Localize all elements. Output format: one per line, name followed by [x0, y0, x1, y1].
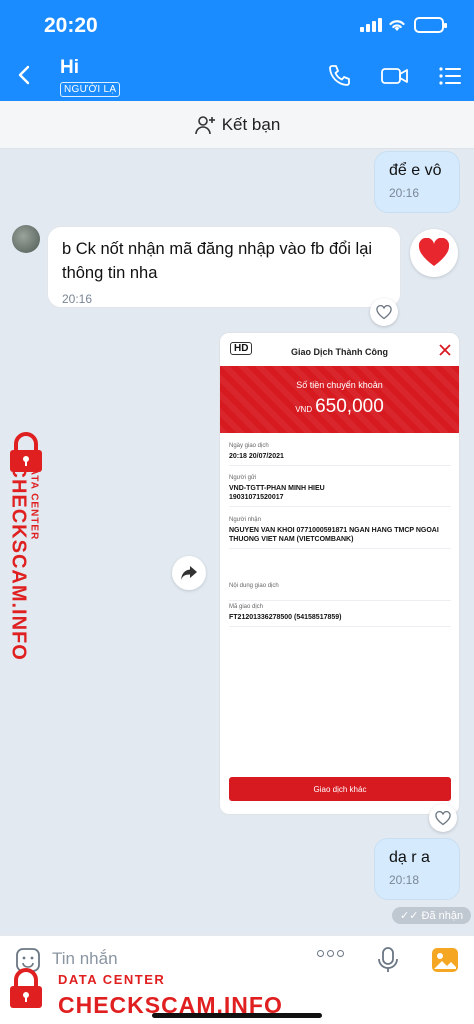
- like-icon[interactable]: [429, 804, 457, 832]
- home-indicator: [152, 1013, 322, 1018]
- field-label: Nội dung giao dịch: [229, 583, 279, 589]
- close-icon: [439, 344, 451, 356]
- add-user-icon: [194, 115, 215, 134]
- amount-label: Số tiền chuyển khoản: [296, 380, 383, 390]
- microphone-icon[interactable]: [376, 946, 400, 974]
- wifi-icon: [389, 20, 405, 31]
- field-value: FT21201336278500 (54158517859): [229, 614, 342, 621]
- battery-icon: [414, 17, 447, 33]
- status-bar: 20:20: [0, 0, 474, 52]
- amount-number: 650,000: [315, 396, 384, 417]
- video-call-icon[interactable]: [380, 63, 410, 89]
- field-label: Người gửi: [229, 475, 257, 481]
- like-icon[interactable]: [370, 298, 398, 326]
- field-value: 20:18 20/07/2021: [229, 453, 284, 460]
- receipt-field-recipient: Người nhận NGUYEN VAN KHOI 0771000591871…: [229, 517, 451, 549]
- field-value: NGUYEN VAN KHOI 0771000591871 NGAN HANG …: [229, 527, 439, 543]
- phone-icon[interactable]: [326, 63, 352, 89]
- stranger-badge: NGƯỜI LẠ: [60, 82, 121, 97]
- message-time: 20:18: [389, 873, 420, 887]
- delivered-label: Đã nhận: [421, 910, 464, 922]
- back-icon[interactable]: [12, 62, 38, 88]
- status-time: 20:20: [44, 14, 98, 37]
- message-input[interactable]: Tin nhắn: [52, 949, 118, 969]
- more-options-icon[interactable]: [317, 950, 344, 957]
- receipt-title: Giao Dịch Thành Công: [291, 347, 388, 357]
- message-bubble-outgoing[interactable]: dạ r a 20:18: [374, 838, 460, 900]
- receipt-header: HD Giao Dịch Thành Công: [220, 333, 459, 365]
- cellular-signal-icon: [360, 18, 382, 32]
- message-time: 20:16: [389, 186, 420, 200]
- chat-title[interactable]: Hi: [60, 57, 79, 79]
- watermark-small-text: DATA CENTER: [28, 459, 40, 541]
- heart-reaction-icon[interactable]: [410, 229, 458, 277]
- menu-icon[interactable]: [437, 63, 463, 89]
- field-label: Người nhận: [229, 517, 261, 523]
- add-friend-label: Kết bạn: [221, 114, 281, 134]
- lock-icon: [10, 968, 42, 1008]
- image-gallery-icon[interactable]: [431, 947, 459, 973]
- message-time: 20:16: [62, 292, 93, 306]
- message-text: b Ck nốt nhận mã đăng nhập vào fb đổi lạ…: [62, 240, 373, 282]
- chat-header: 20:20 Hi NGƯỜI LẠ: [0, 0, 474, 101]
- share-forward-icon[interactable]: [172, 556, 206, 590]
- receipt-field-transaction-id: Mã giao dịch FT21201336278500 (541585178…: [229, 604, 451, 627]
- receipt-field-date: Ngày giao dịch 20:18 20/07/2021: [229, 443, 451, 466]
- message-bubble-incoming[interactable]: b Ck nốt nhận mã đăng nhập vào fb đổi lạ…: [47, 226, 401, 308]
- watermark-small-text: DATA CENTER: [58, 972, 166, 987]
- delivered-status: ✓✓ Đã nhận: [392, 907, 472, 924]
- field-label: Ngày giao dịch: [229, 443, 269, 449]
- add-friend-button[interactable]: Kết bạn: [0, 101, 474, 149]
- image-message-bank-receipt[interactable]: HD Giao Dịch Thành Công Số tiền chuyển k…: [219, 332, 460, 815]
- double-check-icon: ✓✓: [400, 910, 419, 922]
- message-bubble-outgoing[interactable]: để e vô 20:16: [374, 151, 460, 213]
- avatar[interactable]: [12, 225, 40, 253]
- other-transaction-button: Giao dịch khác: [229, 777, 451, 801]
- amount-currency: VND: [295, 405, 313, 414]
- field-value: VND-TGTT-PHAN MINH HIEU 19031071520017: [229, 485, 325, 501]
- receipt-field-content: Nội dung giao dịch: [229, 583, 451, 601]
- amount-value: VND 650,000: [220, 396, 459, 418]
- receipt-amount-banner: Số tiền chuyển khoản VND 650,000: [220, 366, 459, 433]
- watermark-side: DATA CENTER CHECKSCAM.INFO: [0, 432, 56, 672]
- message-text: dạ r a: [389, 849, 430, 866]
- field-label: Mã giao dịch: [229, 604, 264, 610]
- receipt-field-sender: Người gửi VND-TGTT-PHAN MINH HIEU 190310…: [229, 475, 451, 507]
- message-text: để e vô: [389, 162, 442, 179]
- watermark-big-text: CHECKSCAM.INFO: [7, 463, 30, 661]
- message-input-bar: Tin nhắn DATA CENTER CHECKSCAM.INFO: [0, 935, 474, 1024]
